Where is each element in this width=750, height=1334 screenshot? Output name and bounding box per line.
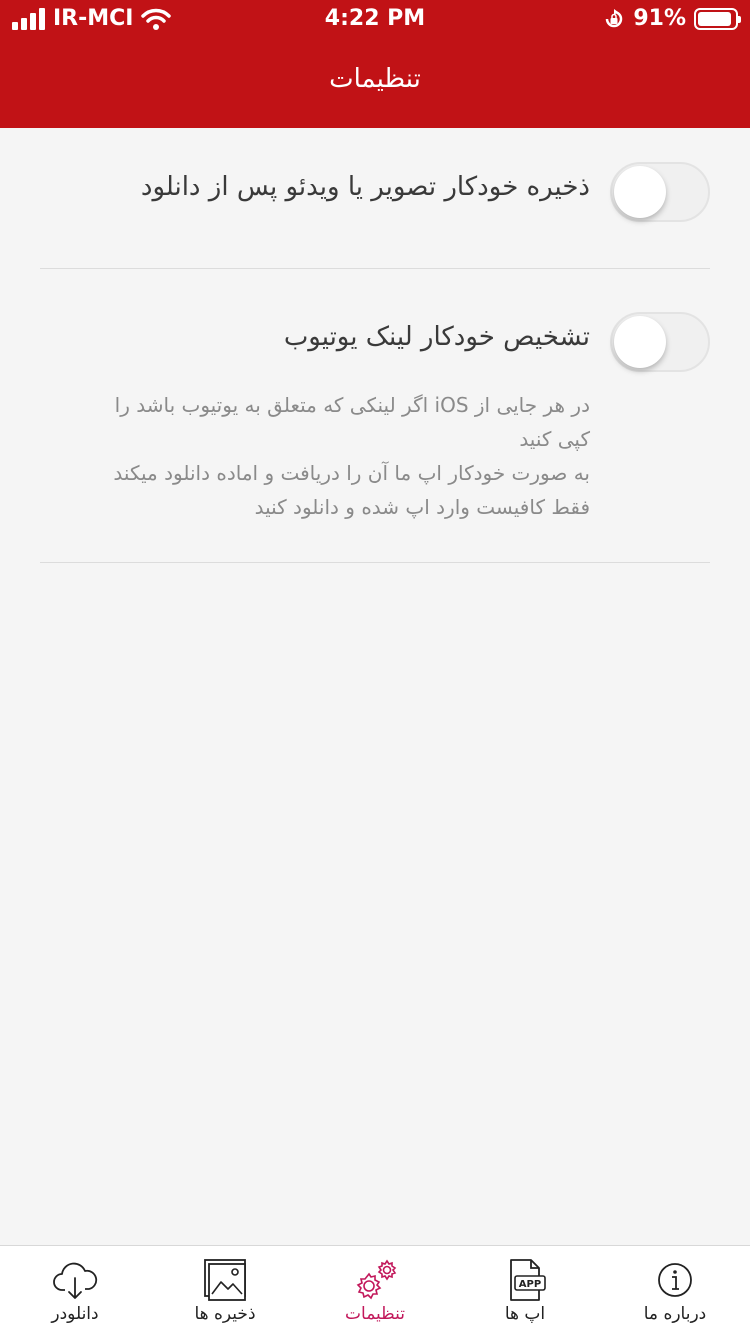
toggle-knob [614,166,666,218]
tab-saved[interactable]: ذخیره ها [150,1246,300,1334]
tab-label: اپ ها [504,1304,546,1324]
divider [40,268,710,269]
gears-icon [356,1259,397,1300]
battery-fill [698,11,731,26]
page-title: تنظیمات [329,64,421,94]
tab-label: تنظیمات [345,1304,405,1324]
toggle-knob [614,316,666,368]
description-line: کپی کنید [519,427,590,451]
status-bar: IR-MCI 4:22 PM 91% [0,0,750,40]
gallery-icon [204,1259,246,1301]
tab-label: درباره ما [643,1304,707,1324]
auto-save-label: ذخیره خودکار تصویر یا ویدئو پس از دانلود [140,172,590,202]
tab-label: دانلودر [51,1304,99,1324]
app-file-icon: APP [510,1259,546,1301]
orientation-lock-icon [606,8,623,27]
tab-label: ذخیره ها [194,1304,256,1324]
tab-downloader[interactable]: دانلودر [0,1246,150,1334]
description-line: فقط کافیست وارد اپ شده و دانلود کنید [254,495,590,519]
info-icon [658,1263,692,1297]
divider [40,562,710,563]
status-right: 91% [603,6,741,31]
description-line: به صورت خودکار اپ ما آن را دریافت و اماد… [113,461,590,485]
youtube-detect-description: در هر جایی از iOS اگر لینکی که متعلق به … [70,388,590,524]
svg-text:APP: APP [519,1279,541,1290]
battery-icon [694,7,741,30]
tab-bar: دانلودر ذخیره ها تنظیمات APP اپ ها دربار… [0,1245,750,1334]
tab-about[interactable]: درباره ما [600,1246,750,1334]
tab-settings[interactable]: تنظیمات [300,1246,450,1334]
cloud-download-icon [53,1262,98,1299]
tab-apps[interactable]: APP اپ ها [450,1246,600,1334]
youtube-detect-label: تشخیص خودکار لینک یوتیوب [283,322,590,352]
description-line: در هر جایی از iOS اگر لینکی که متعلق به … [114,393,590,417]
youtube-detect-toggle[interactable] [610,312,710,372]
auto-save-toggle[interactable] [610,162,710,222]
battery-percent: 91% [633,6,686,31]
app-header: IR-MCI 4:22 PM 91% تنظیمات [0,0,750,128]
